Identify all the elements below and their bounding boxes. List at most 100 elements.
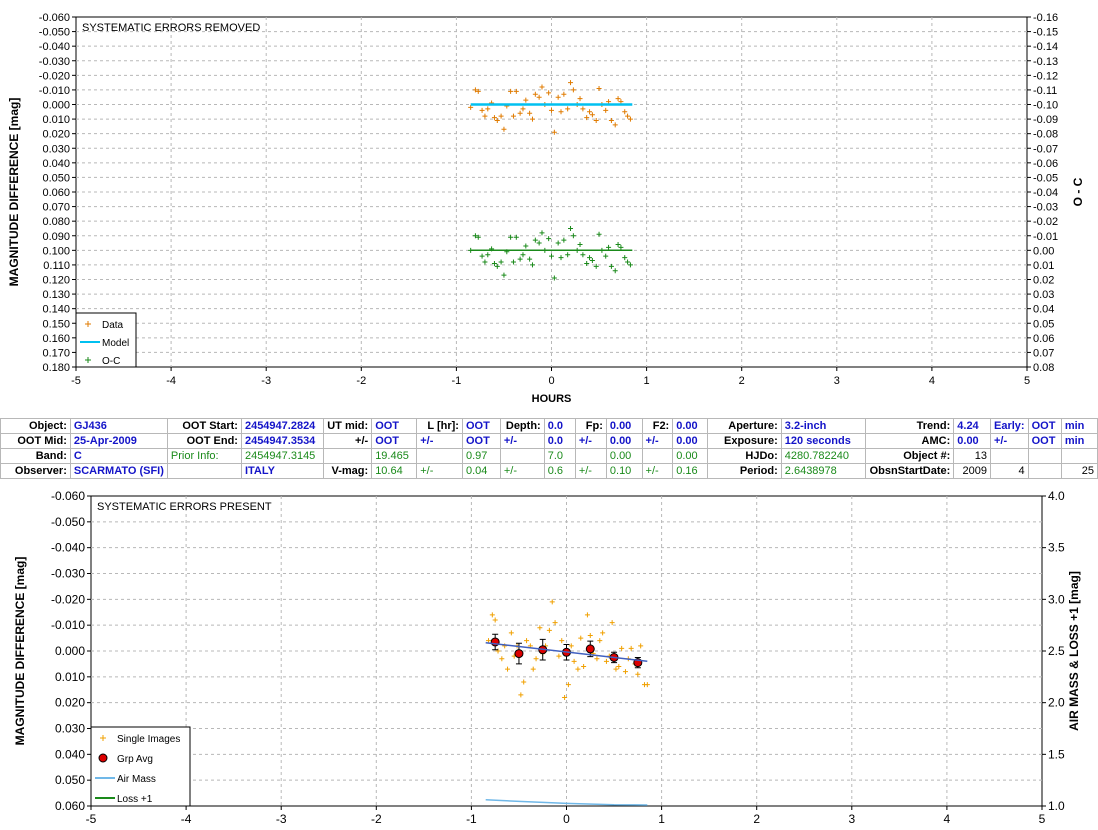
info-label: Observer: [0,463,71,479]
y2-tick-label: 0.01 [1033,260,1054,272]
info-value: 4280.782240 [780,448,867,464]
info-value [322,448,373,464]
info-label: OOT Start: [166,418,242,434]
info-value: 0.00 [672,433,708,449]
y2-tick-label: 3.5 [1048,541,1065,555]
info-label: F2: [641,418,674,434]
info-value: +/- [416,463,463,479]
info-value: 25 [1060,463,1098,479]
y2-tick-label: 0.03 [1033,289,1054,301]
info-value: +/- [574,433,607,449]
y-tick-label: 0.060 [42,187,70,199]
legend-label: Model [102,338,129,349]
info-value: 25-Apr-2009 [69,433,168,449]
x-tick-label: -3 [261,375,271,387]
y-tick-label: 0.150 [42,318,70,330]
y-tick-label: 0.140 [42,304,70,316]
x-tick-label: 4 [929,375,935,387]
x-axis-label: HOURS [532,393,572,405]
y-tick-label: 0.100 [42,245,70,257]
info-value: Early: [990,418,1029,434]
info-label: V-mag: [322,463,373,479]
x-tick-label: 5 [1039,812,1046,826]
x-tick-label: -2 [356,375,366,387]
info-value [1027,463,1062,479]
info-value: 2454947.2824 [240,418,324,434]
info-label: +/- [322,433,373,449]
data-point-grp-avg [585,644,595,654]
y-tick-label: -0.050 [51,515,85,529]
y-tick-label: 0.130 [42,289,70,301]
legend-label: Air Mass [117,774,156,785]
info-label: Fp: [574,418,607,434]
legend-label: Loss +1 [117,794,153,805]
info-value: 120 seconds [780,433,867,449]
y2-tick-label: -0.03 [1033,202,1058,214]
info-value: 2454947.3145 [240,448,324,464]
y-tick-label: 0.070 [42,202,70,214]
info-value: 4.24 [953,418,991,434]
info-value: OOT [1027,433,1062,449]
y-axis-label: MAGNITUDE DIFFERENCE [mag] [7,98,21,287]
info-label: OOT Mid: [0,433,71,449]
y2-tick-label: -0.13 [1033,56,1058,68]
y-tick-label: -0.060 [51,489,85,503]
legend-label: Grp Avg [117,754,153,765]
info-value: OOT [1027,418,1062,434]
info-value: 0.00 [605,448,643,464]
info-value: +/- [990,433,1029,449]
info-value: 0.00 [605,433,643,449]
info-value: 0.04 [461,463,501,479]
y2-axis-label: AIR MASS & LOSS +1 [mag] [1067,571,1081,731]
y-tick-label: 0.010 [42,114,70,126]
info-label: OOT End: [166,433,242,449]
data-point-grp-avg [514,649,524,659]
y2-tick-label: 0.07 [1033,347,1054,359]
x-tick-label: -5 [86,812,97,826]
legend-swatch [98,753,108,763]
y2-tick-label: 0.05 [1033,318,1054,330]
y-tick-label: -0.040 [51,541,85,555]
x-tick-label: -1 [452,375,462,387]
y-tick-label: 0.060 [55,799,85,813]
y-tick-label: -0.020 [51,592,85,606]
legend-label: Data [102,320,124,331]
info-value [641,448,674,464]
info-value: 0.0 [543,418,576,434]
y-axis-label: MAGNITUDE DIFFERENCE [mag] [13,557,27,746]
y-tick-label: 0.020 [42,129,70,141]
y-tick-label: 0.030 [42,143,70,155]
y2-tick-label: 0.04 [1033,304,1054,316]
y-tick-label: 0.040 [42,158,70,170]
x-tick-label: -2 [371,812,382,826]
y-tick-label: -0.030 [39,56,70,68]
x-tick-label: -4 [166,375,176,387]
info-label: ObsnStartDate: [865,463,955,479]
info-value: 0.00 [605,418,643,434]
y2-tick-label: -0.16 [1033,12,1058,24]
info-label: Band: [0,448,71,464]
y2-tick-label: -0.11 [1033,85,1057,97]
info-value: 0.00 [672,418,708,434]
info-value: SCARMATO (SFI) [69,463,168,479]
info-value: 19.465 [371,448,418,464]
y-tick-label: -0.010 [39,85,70,97]
y-tick-label: 0.090 [42,231,70,243]
y2-tick-label: -0.14 [1033,41,1058,53]
y-tick-label: 0.110 [43,260,70,272]
info-label: HJDo: [706,448,782,464]
info-label: AMC: [865,433,955,449]
y-tick-label: 0.040 [55,747,85,761]
info-value [499,448,545,464]
info-label: Object #: [865,448,955,464]
info-value [574,448,607,464]
x-tick-label: -3 [276,812,287,826]
y-tick-label: 0.000 [42,100,70,112]
info-value [1060,448,1098,464]
info-value [1027,448,1062,464]
y-tick-label: 0.120 [42,275,70,287]
info-value: 13 [953,448,991,464]
y2-tick-label: 0.00 [1033,245,1054,257]
info-value: C [69,448,168,464]
info-row: Object: GJ436 OOT Start: 2454947.2824 UT mid… [0,418,1098,434]
